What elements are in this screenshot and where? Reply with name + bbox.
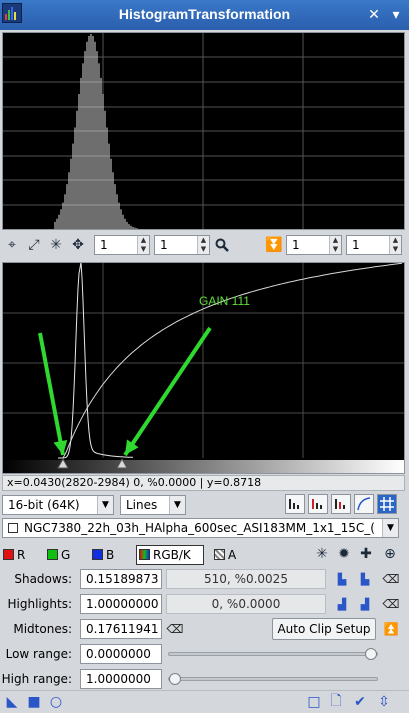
magnifier-icon[interactable]	[212, 235, 232, 255]
gear-track-icon[interactable]: ✹	[334, 544, 354, 564]
channel-a[interactable]: A	[214, 548, 236, 562]
expand-up-icon[interactable]: ⏫	[382, 620, 400, 638]
apply-global-icon[interactable]: ○	[46, 692, 66, 712]
transfer-curve-graph[interactable]: GAIN 111	[2, 262, 405, 474]
high-range-slider-knob[interactable]	[169, 673, 181, 685]
apply-square-icon[interactable]: ■	[24, 692, 44, 712]
channel-b[interactable]: B	[92, 548, 114, 562]
spinner-arrows-icon[interactable]: ▲ ▼	[329, 236, 341, 254]
low-range-label: Low range:	[5, 647, 72, 661]
auto-shadows-icon[interactable]: ▙	[332, 569, 352, 589]
highlights-input[interactable]: 1.00000000	[80, 594, 162, 614]
low-range-input[interactable]: 0.0000000	[80, 644, 162, 664]
auto-highlights-all-icon[interactable]: ▟	[355, 594, 375, 614]
low-range-slider[interactable]	[168, 648, 378, 660]
chevron-down-icon: ▼	[97, 496, 113, 514]
red-swatch-icon	[3, 549, 14, 560]
auto-highlights-icon[interactable]: ▟	[332, 594, 352, 614]
show-grid-icon[interactable]	[377, 494, 397, 514]
reject-histogram-icon[interactable]	[285, 494, 305, 514]
rgb-swatch-icon	[139, 549, 150, 560]
high-range-label: High range:	[1, 672, 72, 686]
zoom-in-view-icon[interactable]: ✚	[356, 544, 376, 564]
auto-clip-setup-button[interactable]: Auto Clip Setup	[272, 618, 376, 640]
input-histogram[interactable]	[2, 32, 405, 230]
midtones-label: Midtones:	[13, 622, 72, 636]
document-icon[interactable]: 🗋	[326, 692, 346, 712]
zoom-toolbar: ⌖ ⤢ ✳ ✥ 1 ▲ ▼ 1 ▲ ▼ ⏬ 1 ▲ ▼ 1 ▲ ▼	[0, 234, 409, 256]
chevron-down-icon: ▼	[169, 496, 185, 514]
chevron-down-icon: ▼	[382, 519, 398, 537]
spinner-arrows-icon[interactable]: ▲ ▼	[197, 236, 209, 254]
bit-depth-select[interactable]: 16-bit (64K) ▼	[2, 495, 114, 515]
cursor-readout: x=0.0430(2820-2984) 0, %0.0000 | y=0.871…	[2, 475, 405, 491]
reset-shadows-icon[interactable]: ⌫	[382, 570, 400, 588]
image-icon	[8, 523, 18, 533]
high-range-slider[interactable]	[168, 673, 378, 685]
show-curve-icon[interactable]	[354, 494, 374, 514]
blue-swatch-icon	[92, 549, 103, 560]
annotation-arrow-head	[53, 439, 68, 455]
zoom-reset-icon[interactable]: ✳	[46, 235, 66, 255]
gain-annotation: GAIN 111	[199, 294, 250, 308]
green-swatch-icon	[47, 549, 58, 560]
annotation-arrow-shaft	[123, 326, 212, 457]
highlights-label: Highlights:	[7, 597, 72, 611]
preview-icon[interactable]: □	[304, 692, 324, 712]
zoom-fit-icon[interactable]: ⤢	[24, 235, 44, 255]
process-toolbar: ◣ ■ ○ □ 🗋 ✔ ⇳	[0, 690, 409, 713]
channel-g[interactable]: G	[47, 548, 70, 562]
shade-icon[interactable]: ▾	[388, 7, 404, 23]
channel-r[interactable]: R	[3, 548, 25, 562]
shadows-input[interactable]: 0.15189873	[80, 569, 162, 589]
v-zoom-spinner[interactable]: 1 ▲ ▼	[154, 235, 210, 255]
auto-shadows-all-icon[interactable]: ▙	[355, 569, 375, 589]
double-chevron-down-icon[interactable]: ⏬	[264, 235, 284, 255]
alpha-swatch-icon	[214, 549, 225, 560]
shadows-label: Shadows:	[14, 572, 72, 586]
annotation-arrow-shaft	[38, 332, 65, 456]
new-instance-icon[interactable]: ◣	[2, 692, 22, 712]
spinner-arrows-icon[interactable]: ▲ ▼	[389, 236, 401, 254]
show-output-histogram-icon[interactable]	[331, 494, 351, 514]
shadows-clipping-readout: 510, %0.0025	[166, 569, 326, 589]
execute-check-icon[interactable]: ✔	[350, 692, 370, 712]
annotation-arrows	[38, 326, 212, 457]
close-icon[interactable]: ✕	[366, 7, 382, 23]
reset-icon[interactable]: ⇳	[374, 692, 394, 712]
midtones-input[interactable]: 0.17611941	[80, 619, 162, 639]
zoom-out-view-icon[interactable]: ⊕	[380, 544, 400, 564]
h-zoom-spinner[interactable]: 1 ▲ ▼	[94, 235, 150, 255]
low-range-slider-knob[interactable]	[365, 648, 377, 660]
pan-icon[interactable]: ✥	[68, 235, 88, 255]
snowflake-reset-icon[interactable]: ✳	[312, 544, 332, 564]
graph-style-select[interactable]: Lines ▼	[120, 495, 186, 515]
view-selector[interactable]: NGC7380_22h_03h_HAlpha_600sec_ASI183MM_1…	[2, 518, 399, 538]
crosshair-icon[interactable]: ⌖	[2, 235, 22, 255]
high-range-input[interactable]: 1.0000000	[80, 669, 162, 689]
highlights-clipping-readout: 0, %0.0000	[166, 594, 326, 614]
h-zoom2-spinner[interactable]: 1 ▲ ▼	[286, 235, 342, 255]
reset-highlights-icon[interactable]: ⌫	[382, 595, 400, 613]
channel-rgbk[interactable]: RGB/K	[136, 545, 204, 565]
show-input-histogram-icon[interactable]	[308, 494, 328, 514]
reset-midtones-icon[interactable]: ⌫	[166, 620, 184, 638]
v-zoom2-spinner[interactable]: 1 ▲ ▼	[346, 235, 402, 255]
window-title: HistogramTransformation	[118, 6, 291, 22]
title-bar: HistogramTransformation ✕ ▾	[0, 0, 409, 30]
spinner-arrows-icon[interactable]: ▲ ▼	[137, 236, 149, 254]
